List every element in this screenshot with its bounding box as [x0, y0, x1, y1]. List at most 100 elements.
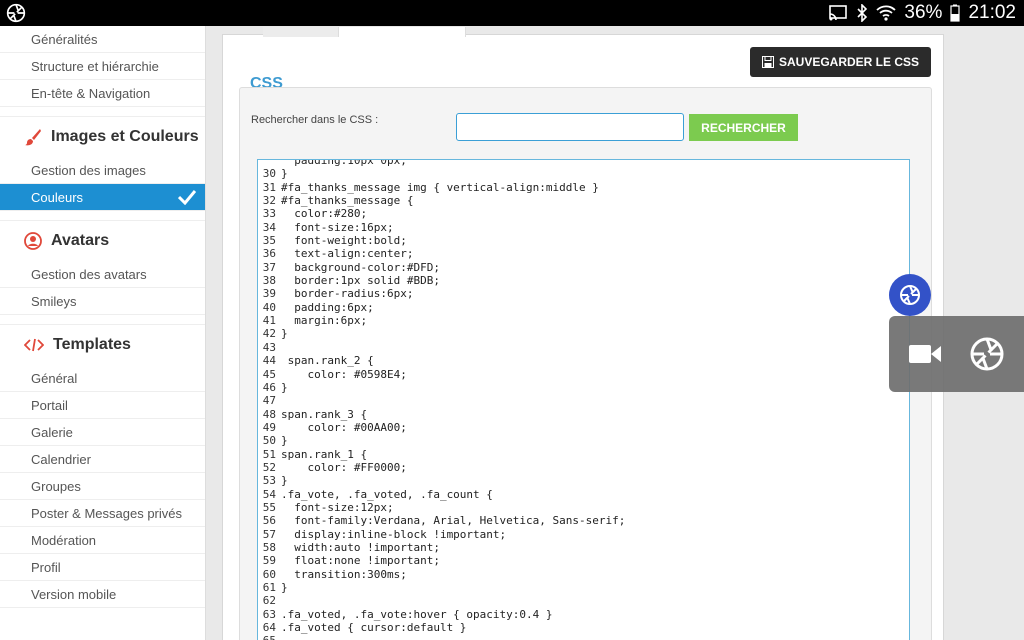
battery-percent: 36% [904, 2, 943, 23]
line-text: font-family:Verdana, Arial, Helvetica, S… [281, 514, 626, 528]
code-line: 32 #fa_thanks_message { [258, 194, 625, 207]
line-text: #fa_thanks_message img { vertical-align:… [281, 180, 599, 194]
line-number: 64 [262, 621, 276, 635]
line-text: display:inline-block !important; [281, 527, 507, 541]
line-number: 31 [262, 180, 276, 194]
screen-recorder-bubble[interactable] [889, 274, 931, 316]
sidebar-item-gestion-avatars[interactable]: Gestion des avatars [0, 261, 205, 288]
code-line: 62 [258, 594, 625, 607]
sidebar-item-couleurs[interactable]: Couleurs [0, 184, 205, 211]
save-css-button[interactable]: SAUVEGARDER LE CSS [750, 47, 931, 77]
code-line: 57 display:inline-block !important; [258, 528, 625, 541]
code-line: 59 float:none !important; [258, 554, 625, 567]
line-text: border:1px solid #BDB; [281, 274, 440, 288]
sidebar-section-title: Templates [53, 336, 131, 353]
code-line: 58 width:auto !important; [258, 541, 625, 554]
line-text: margin:6px; [281, 314, 368, 328]
line-number: 46 [262, 380, 276, 394]
line-text: } [281, 474, 288, 488]
battery-icon [950, 4, 961, 22]
search-button[interactable]: RECHERCHER [689, 114, 798, 141]
sidebar-item-general[interactable]: Général [0, 365, 205, 392]
line-text: float:none !important; [281, 554, 440, 568]
line-number: 55 [262, 500, 276, 514]
code-line: 48 span.rank_3 { [258, 408, 625, 421]
sidebar-item-smileys[interactable]: Smileys [0, 288, 205, 315]
line-number: 60 [262, 567, 276, 581]
sidebar-section-title: Images et Couleurs [51, 128, 199, 145]
sidebar-item-entete-navigation[interactable]: En-tête & Navigation [0, 80, 205, 107]
tab[interactable] [263, 27, 338, 37]
line-number: 52 [262, 460, 276, 474]
code-line: 33 color:#280; [258, 207, 625, 220]
sidebar-item-poster-messages[interactable]: Poster & Messages privés [0, 500, 205, 527]
check-icon [178, 190, 196, 205]
paintbrush-icon [25, 129, 41, 146]
sidebar-item-structure[interactable]: Structure et hiérarchie [0, 53, 205, 80]
line-text: padding:6px; [281, 300, 374, 314]
sidebar-item-galerie[interactable]: Galerie [0, 419, 205, 446]
code-line: 43 [258, 341, 625, 354]
line-number: 32 [262, 194, 276, 208]
status-right: 36% 21:02 [828, 0, 1016, 26]
camera-shutter-icon [900, 285, 920, 305]
sidebar-item-generalites[interactable]: Généralités [0, 26, 205, 53]
bluetooth-icon [857, 4, 868, 22]
line-number: 61 [262, 581, 276, 594]
sidebar-item-groupes[interactable]: Groupes [0, 473, 205, 500]
line-text: #fa_thanks_message { [281, 194, 414, 208]
code-line: 39 border-radius:6px; [258, 287, 625, 300]
line-text: font-size:16px; [281, 220, 394, 234]
code-line: 38 border:1px solid #BDB; [258, 274, 625, 287]
screen-recorder-panel [889, 316, 1024, 392]
line-text: transition:300ms; [281, 567, 407, 581]
line-number: 63 [262, 607, 276, 621]
line-text: padding:10px 0px; [281, 159, 407, 167]
code-line: 65 [258, 634, 625, 640]
line-text: background-color:#DFD; [281, 260, 440, 274]
line-number: 36 [262, 247, 276, 261]
sidebar-item-version-mobile[interactable]: Version mobile [0, 581, 205, 608]
line-text: span.rank_1 { [281, 447, 368, 461]
user-circle-icon [24, 232, 42, 250]
css-editor-box: Rechercher dans le CSS : RECHERCHER padd… [239, 87, 932, 640]
code-line: 63 .fa_voted, .fa_vote:hover { opacity:0.… [258, 608, 625, 621]
line-number: 44 [262, 354, 276, 368]
sidebar-item-profil[interactable]: Profil [0, 554, 205, 581]
line-number: 51 [262, 447, 276, 461]
sidebar-section-avatars: Avatars [0, 221, 205, 261]
search-input[interactable] [456, 113, 684, 141]
line-number: 54 [262, 487, 276, 501]
floppy-disk-icon [761, 56, 774, 68]
line-text: color: #0598E4; [281, 367, 407, 381]
line-number: 33 [262, 207, 276, 221]
sidebar-item-gestion-images[interactable]: Gestion des images [0, 157, 205, 184]
code-lines: padding:10px 0px; 30} 31 #fa_thanks_message… [258, 159, 626, 640]
css-code-editor[interactable]: padding:10px 0px; 30} 31 #fa_thanks_message… [257, 159, 910, 640]
sidebar-section-title: Avatars [51, 232, 110, 249]
line-text: border-radius:6px; [281, 287, 414, 301]
line-number: 41 [262, 314, 276, 328]
code-line: 46} [258, 381, 625, 394]
camera-shutter-icon[interactable] [969, 336, 1005, 372]
search-label: Rechercher dans le CSS : [251, 114, 379, 126]
sidebar-item-calendrier[interactable]: Calendrier [0, 446, 205, 473]
code-line: 37 background-color:#DFD; [258, 261, 625, 274]
line-number: 42 [262, 327, 276, 341]
sidebar-divider [0, 211, 205, 221]
line-number: 47 [262, 394, 276, 408]
line-text: .fa_voted, .fa_vote:hover { opacity:0.4 … [281, 607, 553, 621]
video-camera-icon[interactable] [908, 343, 942, 365]
line-number: 45 [262, 367, 276, 381]
sidebar-item-portail[interactable]: Portail [0, 392, 205, 419]
tab-active[interactable] [338, 27, 466, 37]
sidebar-item-moderation[interactable]: Modération [0, 527, 205, 554]
css-panel: SAUVEGARDER LE CSS CSS Rechercher dans l… [222, 27, 944, 640]
line-number: 43 [262, 340, 276, 354]
sidebar-divider [0, 315, 205, 325]
line-number: 38 [262, 274, 276, 288]
line-number: 40 [262, 300, 276, 314]
line-number: 62 [262, 594, 276, 608]
sidebar-divider [0, 107, 205, 117]
sidebar-item-label: Couleurs [31, 190, 84, 205]
